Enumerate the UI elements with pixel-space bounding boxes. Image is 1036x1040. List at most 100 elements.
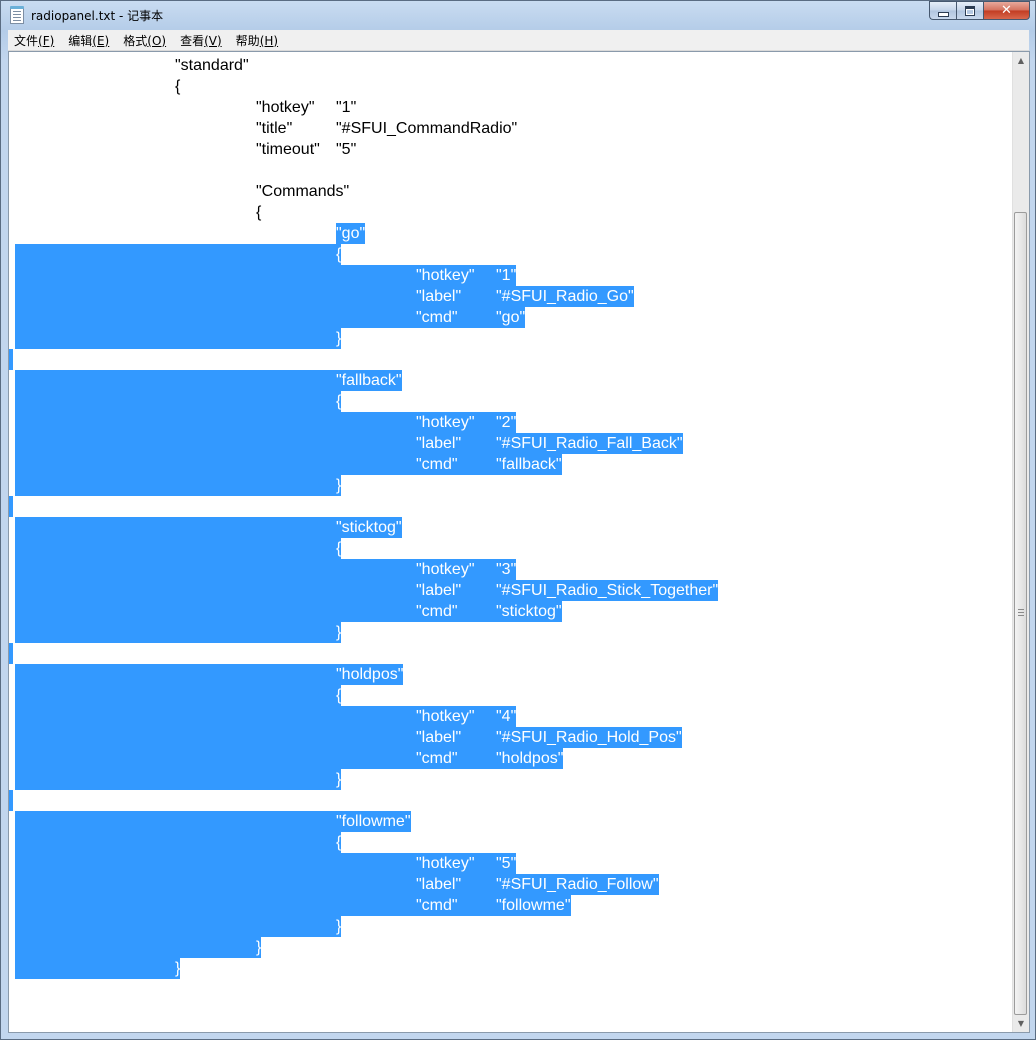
scroll-down-button[interactable]: ▼	[1013, 1015, 1029, 1032]
text-line: "hotkey" "3"	[9, 559, 1009, 580]
text-line: }	[9, 622, 1009, 643]
selection-highlight	[9, 643, 13, 664]
text-line: "fallback"	[9, 370, 1009, 391]
menu-view-accel: (V)	[204, 33, 222, 48]
text-line: {	[9, 538, 1009, 559]
text-line: "timeout" "5"	[9, 139, 1009, 160]
text-key: {	[336, 244, 342, 265]
menu-help-accel: (H)	[259, 33, 279, 48]
menu-view[interactable]: 查看(V)	[174, 32, 228, 49]
selection-highlight	[15, 286, 416, 307]
selection-highlight	[15, 391, 336, 412]
text-key: "fallback"	[336, 370, 402, 391]
text-line	[9, 790, 1009, 811]
text-key: {	[336, 685, 342, 706]
text-value: "#SFUI_Radio_Fall_Back"	[496, 433, 683, 454]
menu-format-accel: (O)	[147, 33, 167, 48]
text-value: "#SFUI_Radio_Hold_Pos"	[496, 727, 682, 748]
notepad-icon[interactable]	[10, 6, 24, 24]
text-editor[interactable]: "standard" {"hotkey" "1" "title" "#SFUI_Comm…	[8, 51, 1030, 1033]
text-line: "label" "#SFUI_Radio_Stick_Together"	[9, 580, 1009, 601]
text-line: "hotkey" "2"	[9, 412, 1009, 433]
text-line: {	[9, 832, 1009, 853]
text-value: "sticktog"	[496, 601, 562, 622]
text-line: "Commands"	[9, 181, 1009, 202]
text-key: }	[175, 958, 181, 979]
selection-highlight	[15, 874, 416, 895]
selection-highlight	[15, 412, 416, 433]
text-line: {	[9, 202, 1009, 223]
menu-help[interactable]: 帮助(H)	[230, 32, 284, 49]
selection-highlight	[9, 349, 13, 370]
text-value: "holdpos"	[496, 748, 564, 769]
text-key: }	[336, 769, 342, 790]
text-value: "1"	[336, 99, 357, 116]
text-value: "1"	[496, 265, 517, 286]
window-controls: ✕	[929, 1, 1030, 21]
selection-highlight	[15, 307, 416, 328]
selection-highlight	[15, 895, 416, 916]
menu-file[interactable]: 文件(F)	[8, 32, 60, 49]
text-key: "go"	[336, 223, 366, 244]
text-area[interactable]: "standard" {"hotkey" "1" "title" "#SFUI_Comm…	[9, 52, 1012, 1032]
selection-highlight	[15, 370, 336, 391]
text-line: "cmd" "followme"	[9, 895, 1009, 916]
scroll-up-button[interactable]: ▲	[1013, 52, 1029, 69]
selection-highlight	[15, 622, 336, 643]
menu-file-label: 文件	[14, 33, 39, 48]
text-value: "go"	[496, 307, 526, 328]
vertical-scrollbar[interactable]: ▲ ▼	[1012, 52, 1029, 1032]
menu-format[interactable]: 格式(O)	[117, 32, 172, 49]
text-value: "#SFUI_Radio_Go"	[496, 286, 634, 307]
text-key: "cmd"	[416, 601, 458, 622]
text-key: "Commands"	[256, 183, 350, 200]
selection-highlight	[15, 328, 336, 349]
title-bar[interactable]: radiopanel.txt - 记事本 ✕	[1, 1, 1035, 31]
maximize-button[interactable]	[956, 1, 983, 20]
minimize-button[interactable]	[929, 1, 956, 20]
text-key: "followme"	[336, 811, 411, 832]
menu-edit-accel: (E)	[92, 33, 110, 48]
text-key: "cmd"	[416, 454, 458, 475]
selection-highlight	[15, 433, 416, 454]
text-value: "5"	[336, 141, 357, 158]
text-key: "title"	[256, 120, 293, 137]
menu-format-label: 格式	[123, 33, 148, 48]
selection-highlight	[15, 244, 336, 265]
text-line: "title" "#SFUI_CommandRadio"	[9, 118, 1009, 139]
selection-highlight	[15, 265, 416, 286]
selection-highlight	[15, 937, 256, 958]
text-value: "fallback"	[496, 454, 562, 475]
selection-highlight	[15, 580, 416, 601]
text-key: {	[175, 78, 181, 95]
text-line: }	[9, 958, 1009, 979]
scroll-down-icon: ▼	[1017, 1019, 1025, 1028]
text-line: {	[9, 685, 1009, 706]
text-line	[9, 496, 1009, 517]
selection-highlight	[15, 853, 416, 874]
text-line: "hotkey" "5"	[9, 853, 1009, 874]
selection-highlight	[15, 958, 175, 979]
text-key: {	[336, 832, 342, 853]
text-value: "followme"	[496, 895, 571, 916]
close-button[interactable]: ✕	[983, 1, 1030, 20]
selection-highlight	[15, 475, 336, 496]
text-key: "standard"	[175, 57, 249, 74]
text-line: {	[9, 244, 1009, 265]
text-line	[9, 349, 1009, 370]
text-line: "hotkey" "4"	[9, 706, 1009, 727]
selection-highlight	[15, 748, 416, 769]
text-line	[9, 643, 1009, 664]
text-key: }	[336, 475, 342, 496]
menu-edit-label: 编辑	[68, 33, 93, 48]
close-icon: ✕	[1001, 3, 1012, 18]
text-key: }	[336, 916, 342, 937]
text-line: "cmd" "go"	[9, 307, 1009, 328]
text-key: "cmd"	[416, 748, 458, 769]
text-value: "#SFUI_Radio_Follow"	[496, 874, 659, 895]
scrollbar-thumb[interactable]	[1014, 212, 1027, 1015]
menu-edit[interactable]: 编辑(E)	[62, 32, 115, 49]
text-line: "holdpos"	[9, 664, 1009, 685]
text-line: }	[9, 769, 1009, 790]
text-key: }	[336, 328, 342, 349]
